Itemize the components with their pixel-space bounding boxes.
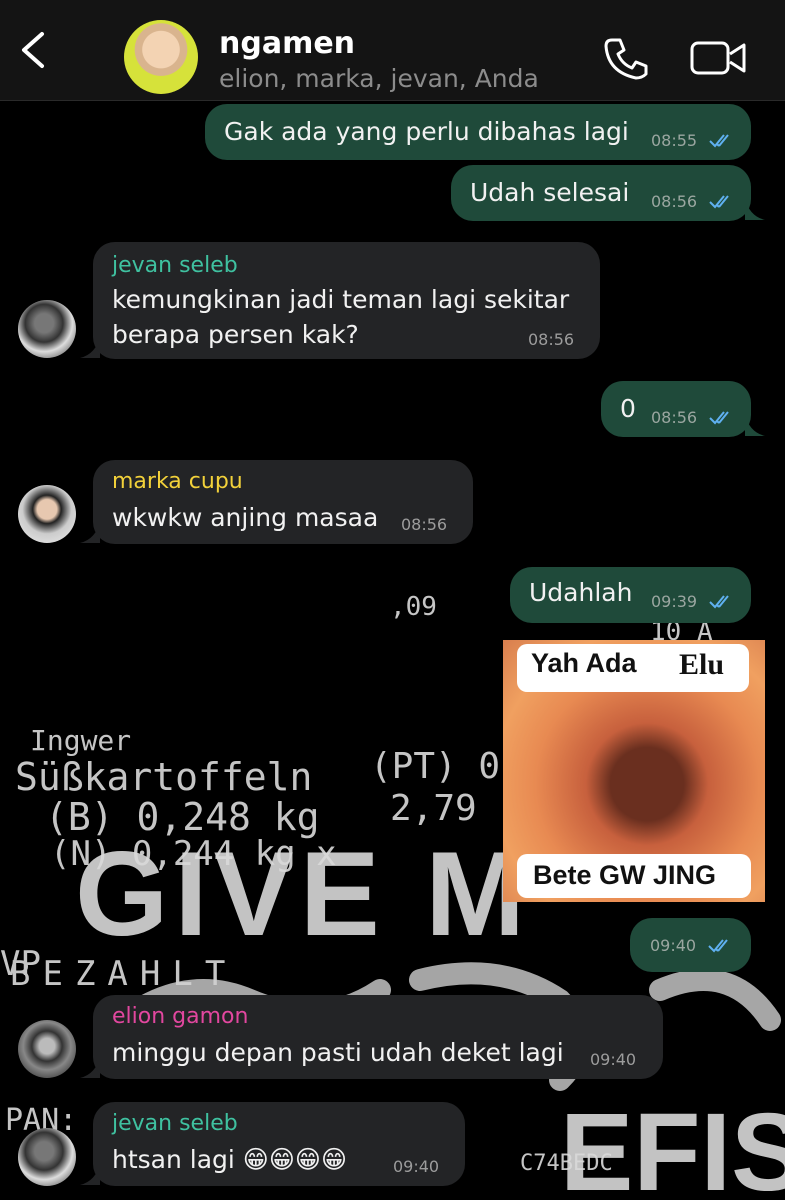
outgoing-message[interactable]: 0 08:56 xyxy=(601,381,751,437)
message-time: 08:56 xyxy=(651,408,698,427)
outgoing-message[interactable]: Udah selesai 08:56 xyxy=(451,165,751,221)
message-time: 08:56 xyxy=(401,515,448,534)
group-members[interactable]: elion, marka, jevan, Anda xyxy=(219,64,539,93)
image-timestamp-bubble: 09:40 xyxy=(630,918,751,972)
incoming-message[interactable]: jevan seleb htsan lagi 😁😁😁😁 09:40 xyxy=(93,1102,465,1186)
wallpaper-text: ,09 xyxy=(390,592,437,622)
message-text: 0 xyxy=(620,394,636,423)
message-time: 09:40 xyxy=(650,936,697,955)
meme-caption-top: Yah Ada Elu xyxy=(517,644,749,692)
back-button[interactable] xyxy=(14,30,54,70)
image-message[interactable]: Yah Ada Elu Bete GW JING xyxy=(503,640,765,902)
sender-name: marka cupu xyxy=(112,469,243,494)
double-check-icon xyxy=(709,134,729,148)
avatar[interactable] xyxy=(18,1020,76,1078)
sender-name: jevan seleb xyxy=(112,1111,238,1136)
message-text: Udahlah xyxy=(529,578,633,607)
meme-caption-text: Yah Ada xyxy=(531,648,637,678)
wallpaper-text: Süßkartoffeln xyxy=(15,755,312,799)
outgoing-message[interactable]: Gak ada yang perlu dibahas lagi 08:55 xyxy=(205,104,751,160)
sender-name: jevan seleb xyxy=(112,253,238,278)
message-time: 09:40 xyxy=(590,1050,637,1069)
message-text: kemungkinan jadi teman lagi sekitar xyxy=(112,285,570,314)
message-text: wkwkw anjing masaa xyxy=(112,503,379,532)
wallpaper-text: (PT) 0, xyxy=(370,746,522,787)
message-time: 09:39 xyxy=(651,592,698,611)
chevron-left-icon xyxy=(22,32,44,68)
video-call-button[interactable] xyxy=(690,40,746,76)
chat-header: ngamen elion, marka, jevan, Anda xyxy=(0,0,785,101)
phone-icon xyxy=(604,38,648,80)
voice-call-button[interactable] xyxy=(602,36,650,80)
message-text: minggu depan pasti udah deket lagi xyxy=(112,1038,564,1067)
message-time: 08:56 xyxy=(651,192,698,211)
message-text: Gak ada yang perlu dibahas lagi xyxy=(224,117,629,146)
double-check-icon xyxy=(709,595,729,609)
avatar[interactable] xyxy=(18,485,76,543)
message-time: 08:56 xyxy=(528,330,575,349)
avatar[interactable] xyxy=(18,300,76,358)
sender-name: elion gamon xyxy=(112,1004,249,1029)
meme-caption-bottom: Bete GW JING xyxy=(517,854,751,898)
wallpaper-graffiti: GIVE M xyxy=(75,827,531,961)
wallpaper-text: Ingwer xyxy=(30,724,131,757)
incoming-message[interactable]: marka cupu wkwkw anjing masaa 08:56 xyxy=(93,460,473,544)
video-camera-icon xyxy=(690,41,746,75)
message-text: Udah selesai xyxy=(470,178,630,207)
double-check-icon xyxy=(708,939,728,953)
incoming-message[interactable]: jevan seleb kemungkinan jadi teman lagi … xyxy=(93,242,600,359)
meme-caption-text: Bete GW JING xyxy=(533,860,717,890)
double-check-icon xyxy=(709,195,729,209)
group-avatar[interactable] xyxy=(124,20,198,94)
avatar[interactable] xyxy=(18,1128,76,1186)
message-text: htsan lagi 😁😁😁😁 xyxy=(112,1145,348,1174)
chat-title[interactable]: ngamen xyxy=(219,26,355,61)
outgoing-message[interactable]: Udahlah 09:39 xyxy=(510,567,751,623)
message-time: 09:40 xyxy=(393,1157,440,1176)
double-check-icon xyxy=(709,411,729,425)
message-text: berapa persen kak? xyxy=(112,320,359,349)
incoming-message[interactable]: elion gamon minggu depan pasti udah deke… xyxy=(93,995,663,1079)
wallpaper-graffiti: EFIS xyxy=(560,1091,785,1200)
wallpaper-text: 2,79 xyxy=(390,788,477,829)
meme-caption-text: Elu xyxy=(679,648,725,681)
message-time: 08:55 xyxy=(651,131,698,150)
